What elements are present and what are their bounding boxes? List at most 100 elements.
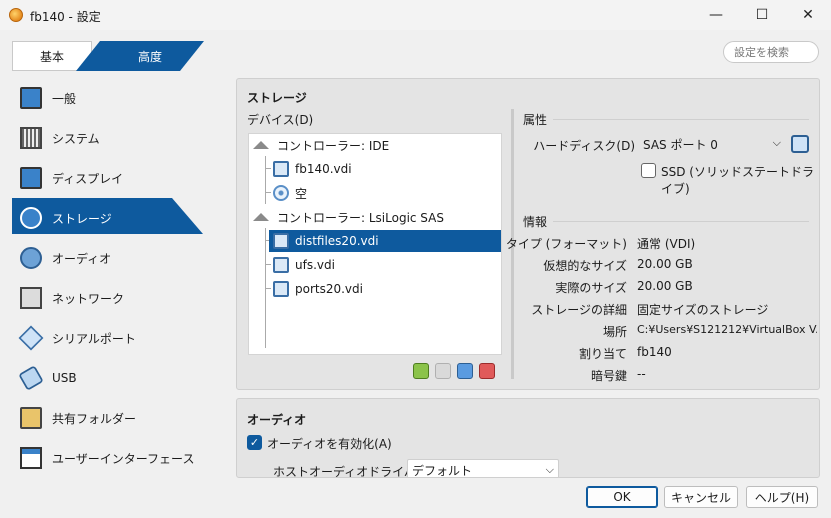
remove-controller-icon[interactable] xyxy=(435,363,451,379)
tree-item-label: ufs.vdi xyxy=(295,258,335,272)
info-label: タイプ (フォーマット) xyxy=(505,237,627,251)
sidebar-item-system[interactable]: システム xyxy=(12,118,212,158)
chevron-down-icon: ⌵ xyxy=(772,136,781,149)
info-label: 実際のサイズ xyxy=(555,281,627,295)
info-value: fb140 xyxy=(637,345,672,359)
info-value: 通常 (VDI) xyxy=(637,237,696,251)
storage-tree[interactable]: コントローラー: IDE fb140.vdi 空 コントローラー: LsiLog… xyxy=(248,133,502,355)
storage-panel: ストレージ デバイス(D) コントローラー: IDE fb140.vdi 空 コ… xyxy=(236,78,820,390)
audio-driver-select[interactable]: デフォルト ⌵ xyxy=(407,459,559,478)
sidebar-item-label: 一般 xyxy=(52,91,77,106)
devices-label: デバイス(D) xyxy=(247,113,314,127)
info-label: 場所 xyxy=(602,325,627,339)
tree-item-disk[interactable]: fb140.vdi xyxy=(273,158,501,180)
hard-disk-slot-value: SAS ポート 0 xyxy=(643,137,718,152)
tree-item-controller-ide[interactable]: コントローラー: IDE xyxy=(253,134,501,156)
optical-disc-icon xyxy=(273,185,289,201)
serial-icon xyxy=(18,325,44,351)
sidebar-item-label: オーディオ xyxy=(52,251,112,266)
add-controller-icon[interactable] xyxy=(413,363,429,379)
info-label: 暗号鍵 xyxy=(590,369,627,383)
choose-disk-icon[interactable] xyxy=(791,135,809,153)
sidebar-item-label: ユーザーインターフェース xyxy=(52,451,195,466)
sidebar-item-audio[interactable]: オーディオ xyxy=(12,238,212,278)
sidebar-item-network[interactable]: ネットワーク xyxy=(12,278,212,318)
ssd-checkbox[interactable] xyxy=(641,163,656,178)
virtualbox-icon xyxy=(9,8,23,22)
search-input[interactable]: 設定を検索 xyxy=(723,41,819,63)
monitor-icon xyxy=(20,87,42,109)
sidebar-item-general[interactable]: 一般 xyxy=(12,78,212,118)
tree-item-label: コントローラー: LsiLogic SAS xyxy=(277,210,444,225)
enable-audio-checkbox[interactable]: ✓ xyxy=(247,435,262,450)
maximize-button[interactable]: ☐ xyxy=(739,0,785,30)
audio-driver-value: デフォルト xyxy=(412,463,473,478)
hard-disk-label: ハードディスク(D) xyxy=(533,139,635,153)
sidebar-item-label: ストレージ xyxy=(52,211,112,226)
network-icon xyxy=(20,287,42,309)
sidebar-item-storage[interactable]: ストレージ xyxy=(12,198,212,238)
hard-disk-icon xyxy=(273,257,289,273)
audio-panel: オーディオ ✓ オーディオを有効化(A) ホストオーディオドライバー(D) デフ… xyxy=(236,398,820,478)
sidebar-item-user-interface[interactable]: ユーザーインターフェース xyxy=(12,438,212,478)
usb-icon xyxy=(18,365,44,391)
sidebar-item-label: ディスプレイ xyxy=(52,171,124,186)
ok-button[interactable]: OK xyxy=(586,486,658,508)
tree-item-label: fb140.vdi xyxy=(295,162,352,176)
attributes-header: 属性 xyxy=(523,113,548,127)
help-button[interactable]: ヘルプ(H) xyxy=(746,486,818,508)
sidebar-item-label: 共有フォルダー xyxy=(52,411,137,426)
ssd-label: SSD (ソリッドステートドライブ) xyxy=(661,165,814,196)
tree-item-disk-selected[interactable]: distfiles20.vdi xyxy=(269,230,501,252)
audio-header: オーディオ xyxy=(247,413,307,427)
tab-advanced[interactable]: 高度 xyxy=(76,41,204,71)
enable-audio-label: オーディオを有効化(A) xyxy=(267,437,392,451)
storage-header: ストレージ xyxy=(247,91,307,105)
tree-item-label: distfiles20.vdi xyxy=(295,234,379,248)
cancel-button[interactable]: キャンセル xyxy=(664,486,738,508)
minimize-button[interactable]: — xyxy=(693,0,739,30)
window-icon xyxy=(20,447,42,469)
controller-icon xyxy=(253,141,269,149)
add-attachment-icon[interactable] xyxy=(457,363,473,379)
tree-item-optical[interactable]: 空 xyxy=(273,182,501,204)
info-header: 情報 xyxy=(523,215,548,229)
info-value: -- xyxy=(637,367,646,381)
sidebar-item-usb[interactable]: USB xyxy=(12,358,212,398)
close-button[interactable]: ✕ xyxy=(785,0,831,30)
hard-disk-icon xyxy=(273,161,289,177)
tree-item-controller-sas[interactable]: コントローラー: LsiLogic SAS xyxy=(253,206,501,228)
hard-disk-icon xyxy=(273,281,289,297)
sidebar-item-label: ネットワーク xyxy=(52,291,125,306)
tree-item-label: 空 xyxy=(295,186,308,201)
chip-icon xyxy=(20,127,42,149)
sidebar-item-label: システム xyxy=(52,131,100,146)
tree-item-label: ports20.vdi xyxy=(295,282,363,296)
info-value: 20.00 GB xyxy=(637,279,693,293)
info-value: 20.00 GB xyxy=(637,257,693,271)
info-label: 仮想的なサイズ xyxy=(543,259,627,273)
sidebar-item-label: シリアルポート xyxy=(52,331,136,346)
chevron-down-icon: ⌵ xyxy=(545,463,554,476)
sidebar-item-serial[interactable]: シリアルポート xyxy=(12,318,212,358)
tree-item-disk[interactable]: ufs.vdi xyxy=(273,254,501,276)
info-value: 固定サイズのストレージ xyxy=(637,303,769,317)
hard-disk-slot-select[interactable]: SAS ポート 0 ⌵ xyxy=(639,133,785,155)
controller-icon xyxy=(253,213,269,221)
sidebar-item-shared-folders[interactable]: 共有フォルダー xyxy=(12,398,212,438)
mode-tabs: 基本 高度 xyxy=(12,41,204,71)
title-bar: fb140 - 設定 — ☐ ✕ xyxy=(0,0,831,30)
info-value: C:¥Users¥S121212¥VirtualBox V... xyxy=(637,323,817,336)
speaker-icon xyxy=(20,247,42,269)
tree-item-label: コントローラー: IDE xyxy=(277,138,390,153)
tree-item-disk[interactable]: ports20.vdi xyxy=(273,278,501,300)
info-label: ストレージの詳細 xyxy=(531,303,627,317)
sidebar-item-label: USB xyxy=(52,371,77,385)
info-label: 割り当て xyxy=(578,347,627,361)
folder-icon xyxy=(20,407,42,429)
window-title: fb140 - 設定 xyxy=(30,10,101,24)
disk-icon xyxy=(20,207,42,229)
sidebar: 一般 システム ディスプレイ ストレージ オーディオ ネットワーク シリアルポー… xyxy=(12,78,212,478)
sidebar-item-display[interactable]: ディスプレイ xyxy=(12,158,212,198)
hard-disk-icon xyxy=(273,233,289,249)
